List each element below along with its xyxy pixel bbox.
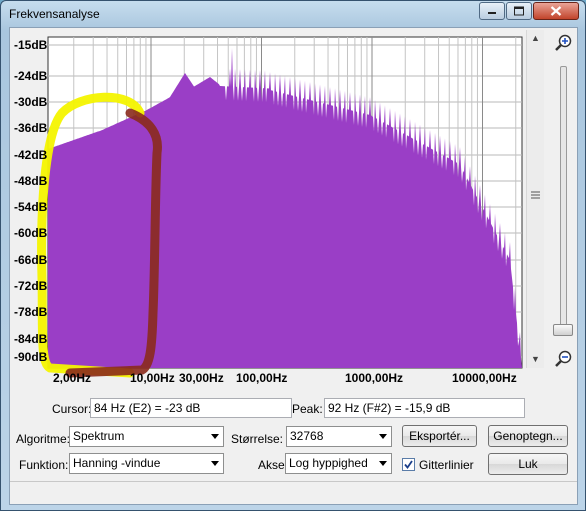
- db-label: -66dB: [14, 253, 48, 267]
- replot-button[interactable]: Genoptegn...: [488, 425, 568, 447]
- db-label: -48dB: [14, 174, 48, 188]
- gridlines-label[interactable]: Gitterlinier: [419, 458, 474, 472]
- hz-label: 1000,00Hz: [345, 371, 404, 385]
- hz-label: 2,00Hz: [53, 371, 92, 385]
- frequency-analysis-window: Frekvensanalyse -15dB -24dB -30dB -36dB …: [0, 0, 586, 511]
- dialog-body: -15dB -24dB -30dB -36dB -42dB -48dB -54d…: [9, 27, 578, 505]
- size-value: 32768: [290, 429, 324, 443]
- check-icon: [404, 460, 413, 469]
- minimize-button[interactable]: [479, 2, 505, 20]
- peak-readout: 92 Hz (F#2) = -15,9 dB: [324, 398, 525, 418]
- maximize-icon: [514, 6, 524, 16]
- db-label: -24dB: [14, 69, 48, 83]
- peak-label: Peak:: [292, 402, 323, 416]
- zoom-out-icon[interactable]: [554, 350, 572, 368]
- axis-select[interactable]: Log hyppighed: [285, 453, 392, 474]
- db-label: -42dB: [14, 148, 48, 162]
- algorithm-select[interactable]: Spektrum: [69, 426, 224, 447]
- minimize-icon: [488, 12, 496, 14]
- axis-label: Akse: [258, 458, 285, 472]
- db-label: -90dB: [14, 350, 48, 364]
- size-label: Størrelse:: [231, 432, 284, 446]
- algorithm-value: Spektrum: [73, 429, 125, 443]
- cursor-label: Cursor:: [52, 402, 92, 416]
- chevron-down-icon: [211, 461, 219, 466]
- hz-label: 10,00Hz: [130, 371, 175, 385]
- scroll-up-arrow-icon[interactable]: ▲: [527, 30, 544, 47]
- status-bar: [10, 481, 577, 504]
- close-button[interactable]: Luk: [488, 453, 568, 475]
- gridlines-checkbox[interactable]: [402, 458, 415, 471]
- db-label: -36dB: [14, 121, 48, 135]
- axis-value: Log hyppighed: [289, 456, 368, 470]
- chevron-down-icon: [379, 434, 387, 439]
- db-label: -84dB: [14, 332, 48, 346]
- plot-scrollbar[interactable]: ▲ ▼: [526, 30, 544, 368]
- size-select[interactable]: 32768: [286, 426, 392, 447]
- zoom-in-icon[interactable]: [554, 34, 572, 52]
- close-icon: [550, 6, 562, 16]
- export-button[interactable]: Eksportér...: [402, 425, 477, 447]
- hz-label: 30,00Hz: [179, 371, 224, 385]
- maximize-button[interactable]: [506, 2, 532, 20]
- hz-label: 10000,00Hz: [452, 371, 517, 385]
- db-label: -15dB: [14, 38, 48, 52]
- title-bar[interactable]: Frekvensanalyse: [1, 1, 585, 27]
- scroll-grip-icon: [531, 191, 540, 199]
- function-value: Hanning -vindue: [73, 456, 161, 470]
- db-label: -72dB: [14, 279, 48, 293]
- chevron-down-icon: [211, 434, 219, 439]
- chevron-down-icon: [379, 461, 387, 466]
- function-select[interactable]: Hanning -vindue: [69, 453, 224, 474]
- db-label: -60dB: [14, 226, 48, 240]
- window-title: Frekvensanalyse: [9, 7, 100, 21]
- function-label: Funktion:: [19, 458, 69, 472]
- db-label: -78dB: [14, 305, 48, 319]
- algorithm-label: Algoritme:: [16, 432, 71, 446]
- zoom-slider-track[interactable]: [560, 66, 567, 336]
- cursor-readout: 84 Hz (E2) = -23 dB: [90, 398, 292, 418]
- db-label: -30dB: [14, 95, 48, 109]
- db-label: -54dB: [14, 200, 48, 214]
- hz-label: 100,00Hz: [236, 371, 288, 385]
- scroll-down-arrow-icon[interactable]: ▼: [527, 351, 544, 368]
- zoom-slider-thumb[interactable]: [553, 324, 573, 336]
- close-window-button[interactable]: [533, 2, 579, 20]
